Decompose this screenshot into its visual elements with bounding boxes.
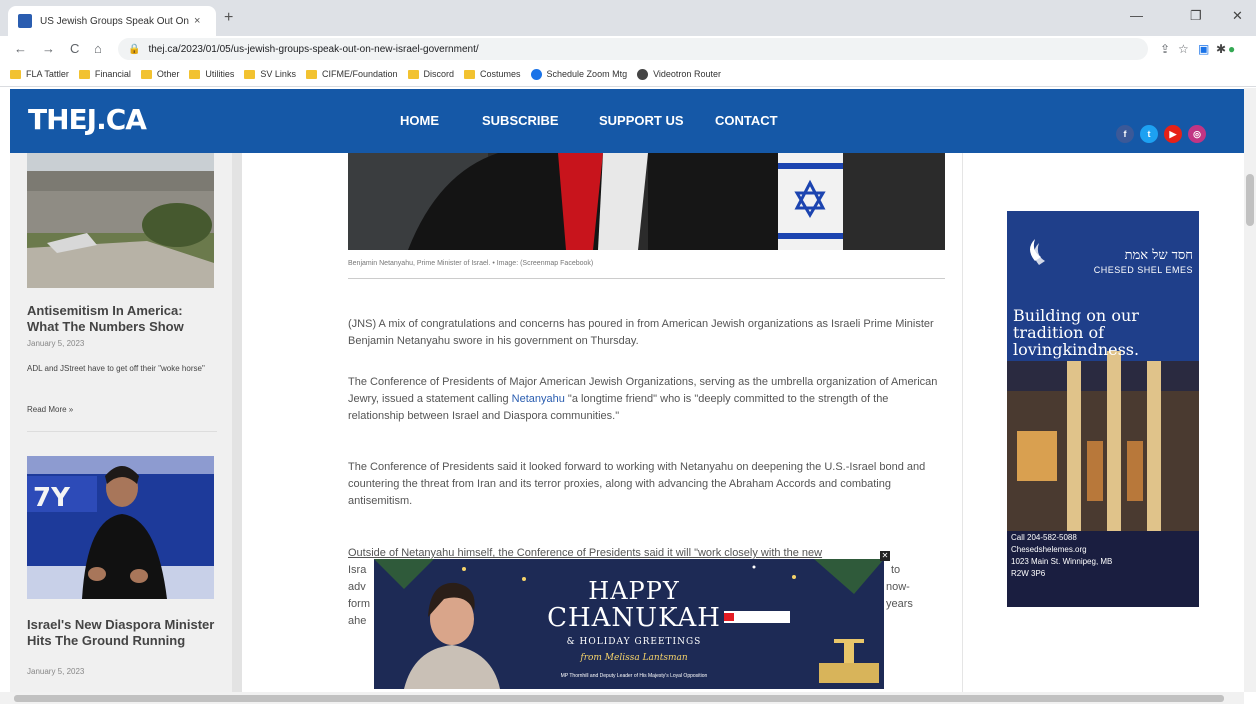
folder-icon (407, 69, 419, 79)
column-divider (962, 153, 963, 704)
facebook-icon[interactable]: f (1116, 125, 1134, 143)
sidebar-post-excerpt: ADL and JStreet have to get off their "w… (27, 364, 205, 373)
popup-holiday-greetings: & HOLIDAY GREETINGS (566, 637, 702, 647)
bookmark-star-icon[interactable]: ☆ (1178, 42, 1189, 56)
post-thumbnail-minister[interactable]: 7Y (27, 456, 214, 599)
paragraph-fragment: to (891, 564, 901, 576)
tab-title: US Jewish Groups Speak Out On (40, 15, 189, 27)
vertical-scrollbar[interactable] (1244, 88, 1256, 692)
site-logo[interactable]: THEJ.CA (28, 103, 147, 136)
instagram-icon[interactable]: ◎ (1188, 125, 1206, 143)
scrollbar-thumb[interactable] (1246, 174, 1254, 226)
close-window-icon[interactable]: ✕ (1232, 8, 1243, 24)
popup-footer: MP Thornhill and Deputy Leader of His Ma… (560, 673, 708, 679)
paragraph-fragment: now- (886, 581, 910, 593)
bookmark-item[interactable]: Videotron Router (637, 68, 721, 80)
ad-website: Chesedshelemes.org (1011, 545, 1087, 554)
back-icon[interactable]: ← (14, 41, 27, 56)
bookmark-item[interactable]: Schedule Zoom Mtg (530, 68, 627, 80)
browser-tabstrip: US Jewish Groups Speak Out On × + — ❐ ✕ (0, 0, 1256, 36)
ad-hebrew-name: חסד של אמת (1124, 248, 1193, 263)
globe-icon (637, 68, 649, 80)
page-viewport: THEJ.CA HOME SUBSCRIBE SUPPORT US CONTAC… (0, 87, 1256, 704)
youtube-icon[interactable]: ▶ (1164, 125, 1182, 143)
chanukah-popup-ad[interactable]: HAPPY CHANUKAH & HOLIDAY GREETINGS from … (374, 559, 884, 689)
nav-home[interactable]: HOME (400, 113, 439, 128)
post-thumbnail-memorial[interactable] (27, 153, 214, 288)
bookmark-item[interactable]: SV Links (244, 69, 296, 79)
sidebar-gutter (232, 153, 242, 704)
share-icon[interactable]: ⇪ (1160, 42, 1170, 56)
sidebar-post-title[interactable]: Antisemitism In America: What The Number… (27, 303, 217, 335)
article-paragraph: (JNS) A mix of congratulations and conce… (348, 318, 934, 347)
article-paragraph: The Conference of Presidents said it loo… (348, 461, 926, 507)
ad-tagline: Building on our tradition of lovingkindn… (1013, 306, 1140, 359)
sidebar: Antisemitism In America: What The Number… (10, 153, 232, 704)
folder-icon (244, 69, 256, 79)
divider (27, 431, 217, 432)
image-caption: Benjamin Netanyahu, Prime Minister of Is… (348, 260, 594, 267)
nav-contact[interactable]: CONTACT (715, 113, 778, 128)
ad-postal: R2W 3P6 (1011, 569, 1046, 578)
bookmark-item[interactable]: Costumes (464, 69, 521, 79)
bookmark-item[interactable]: Discord (407, 69, 454, 79)
horizontal-scrollbar[interactable] (0, 692, 1244, 704)
folder-icon (140, 69, 152, 79)
sidebar-post-title[interactable]: Israel's New Diaspora Minister Hits The … (27, 617, 217, 649)
browser-toolbar: ← → C ⌂ 🔒 thej.ca/2023/01/05/us-jewish-g… (0, 36, 1256, 62)
svg-text:7Y: 7Y (33, 483, 71, 513)
bookmarks-bar: FLA Tattler Financial Other Utilities SV… (0, 62, 1256, 87)
popup-chanukah: CHANUKAH (547, 603, 721, 633)
reload-icon[interactable]: C (70, 41, 79, 56)
chesed-shel-emes-ad[interactable]: חסד של אמת CHESED SHEL EMES Building on … (1007, 211, 1199, 607)
site-header: THEJ.CA HOME SUBSCRIBE SUPPORT US CONTAC… (10, 89, 1244, 153)
new-tab-button[interactable]: + (224, 9, 233, 27)
ad-address: 1023 Main St. Winnipeg, MB (1011, 557, 1113, 566)
browser-tab[interactable]: US Jewish Groups Speak Out On × (8, 6, 216, 36)
site-favicon-icon (18, 14, 32, 28)
nav-support-us[interactable]: SUPPORT US (599, 113, 684, 128)
zoom-icon (530, 68, 542, 80)
scrollbar-thumb[interactable] (14, 695, 1224, 702)
article-hero-image (348, 153, 945, 250)
bookmark-item[interactable]: CIFME/Foundation (305, 69, 398, 79)
sidebar-post-date: January 5, 2023 (27, 339, 85, 348)
folder-icon (305, 69, 317, 79)
home-icon[interactable]: ⌂ (94, 41, 102, 56)
netanyahu-link[interactable]: Netanyahu (512, 393, 565, 405)
bookmark-item[interactable]: Other (140, 69, 179, 79)
paragraph-fragment: years (886, 598, 913, 610)
bookmark-item[interactable]: Utilities (189, 69, 234, 79)
folder-icon (78, 69, 90, 79)
popup-from: from Melissa Lantsman (580, 653, 688, 663)
folder-icon (10, 69, 21, 79)
twitter-icon[interactable]: t (1140, 125, 1158, 143)
minimize-icon[interactable]: — (1130, 8, 1143, 23)
nav-subscribe[interactable]: SUBSCRIBE (482, 113, 559, 128)
popup-close-button[interactable]: ✕ (880, 551, 890, 561)
restore-icon[interactable]: ❐ (1190, 8, 1202, 24)
profile-avatar-icon[interactable]: ● (1228, 42, 1235, 56)
ad-phone: Call 204-582-5088 (1011, 533, 1077, 542)
extension-icon[interactable]: ▣ (1198, 42, 1209, 56)
puzzle-icon[interactable]: ✱ (1216, 42, 1226, 56)
popup-happy: HAPPY (588, 577, 680, 605)
url-text[interactable]: thej.ca/2023/01/05/us-jewish-groups-spea… (148, 44, 478, 55)
ad-brand: CHESED SHEL EMES (1093, 265, 1193, 275)
sidebar-post-date: January 5, 2023 (27, 667, 85, 676)
tab-close-icon[interactable]: × (194, 15, 200, 27)
article-paragraph: The Conference of Presidents of Major Am… (348, 374, 943, 425)
bookmark-item[interactable]: FLA Tattler (10, 69, 69, 79)
folder-icon (464, 69, 476, 79)
lock-icon: 🔒 (128, 43, 141, 55)
bookmark-item[interactable]: Financial (78, 69, 131, 79)
address-bar[interactable]: 🔒 thej.ca/2023/01/05/us-jewish-groups-sp… (118, 38, 1148, 60)
read-more-link[interactable]: Read More » (27, 405, 73, 414)
folder-icon (189, 69, 201, 79)
forward-icon[interactable]: → (42, 41, 55, 56)
caption-divider (348, 278, 945, 279)
